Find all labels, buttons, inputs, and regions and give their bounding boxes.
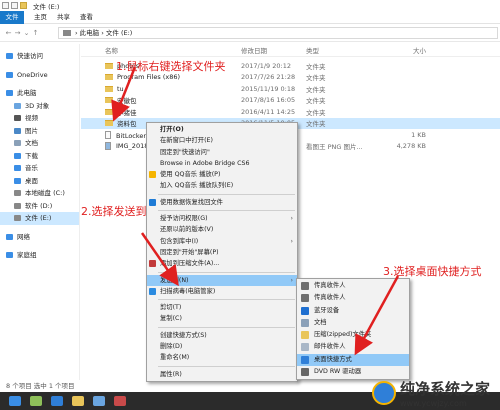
site-logo-icon [372, 381, 396, 405]
arrow-to-send-to [140, 232, 179, 287]
file-explorer-icon[interactable] [72, 396, 84, 406]
arrow-to-folder [111, 66, 137, 122]
annotation-arrows [111, 66, 400, 356]
watermark-title: 纯净系统之家 [400, 380, 491, 398]
app-icon[interactable] [93, 396, 105, 406]
app-icon[interactable] [114, 396, 126, 406]
wechat-icon[interactable] [30, 396, 42, 406]
arrow-to-desktop-shortcut [354, 275, 400, 356]
start-icon[interactable] [9, 396, 21, 406]
watermark-url: www.ycwjzy.com [400, 399, 467, 408]
watermark: 纯净系统之家 www.ycwjzy.com [372, 378, 490, 408]
browser-icon[interactable] [51, 396, 63, 406]
